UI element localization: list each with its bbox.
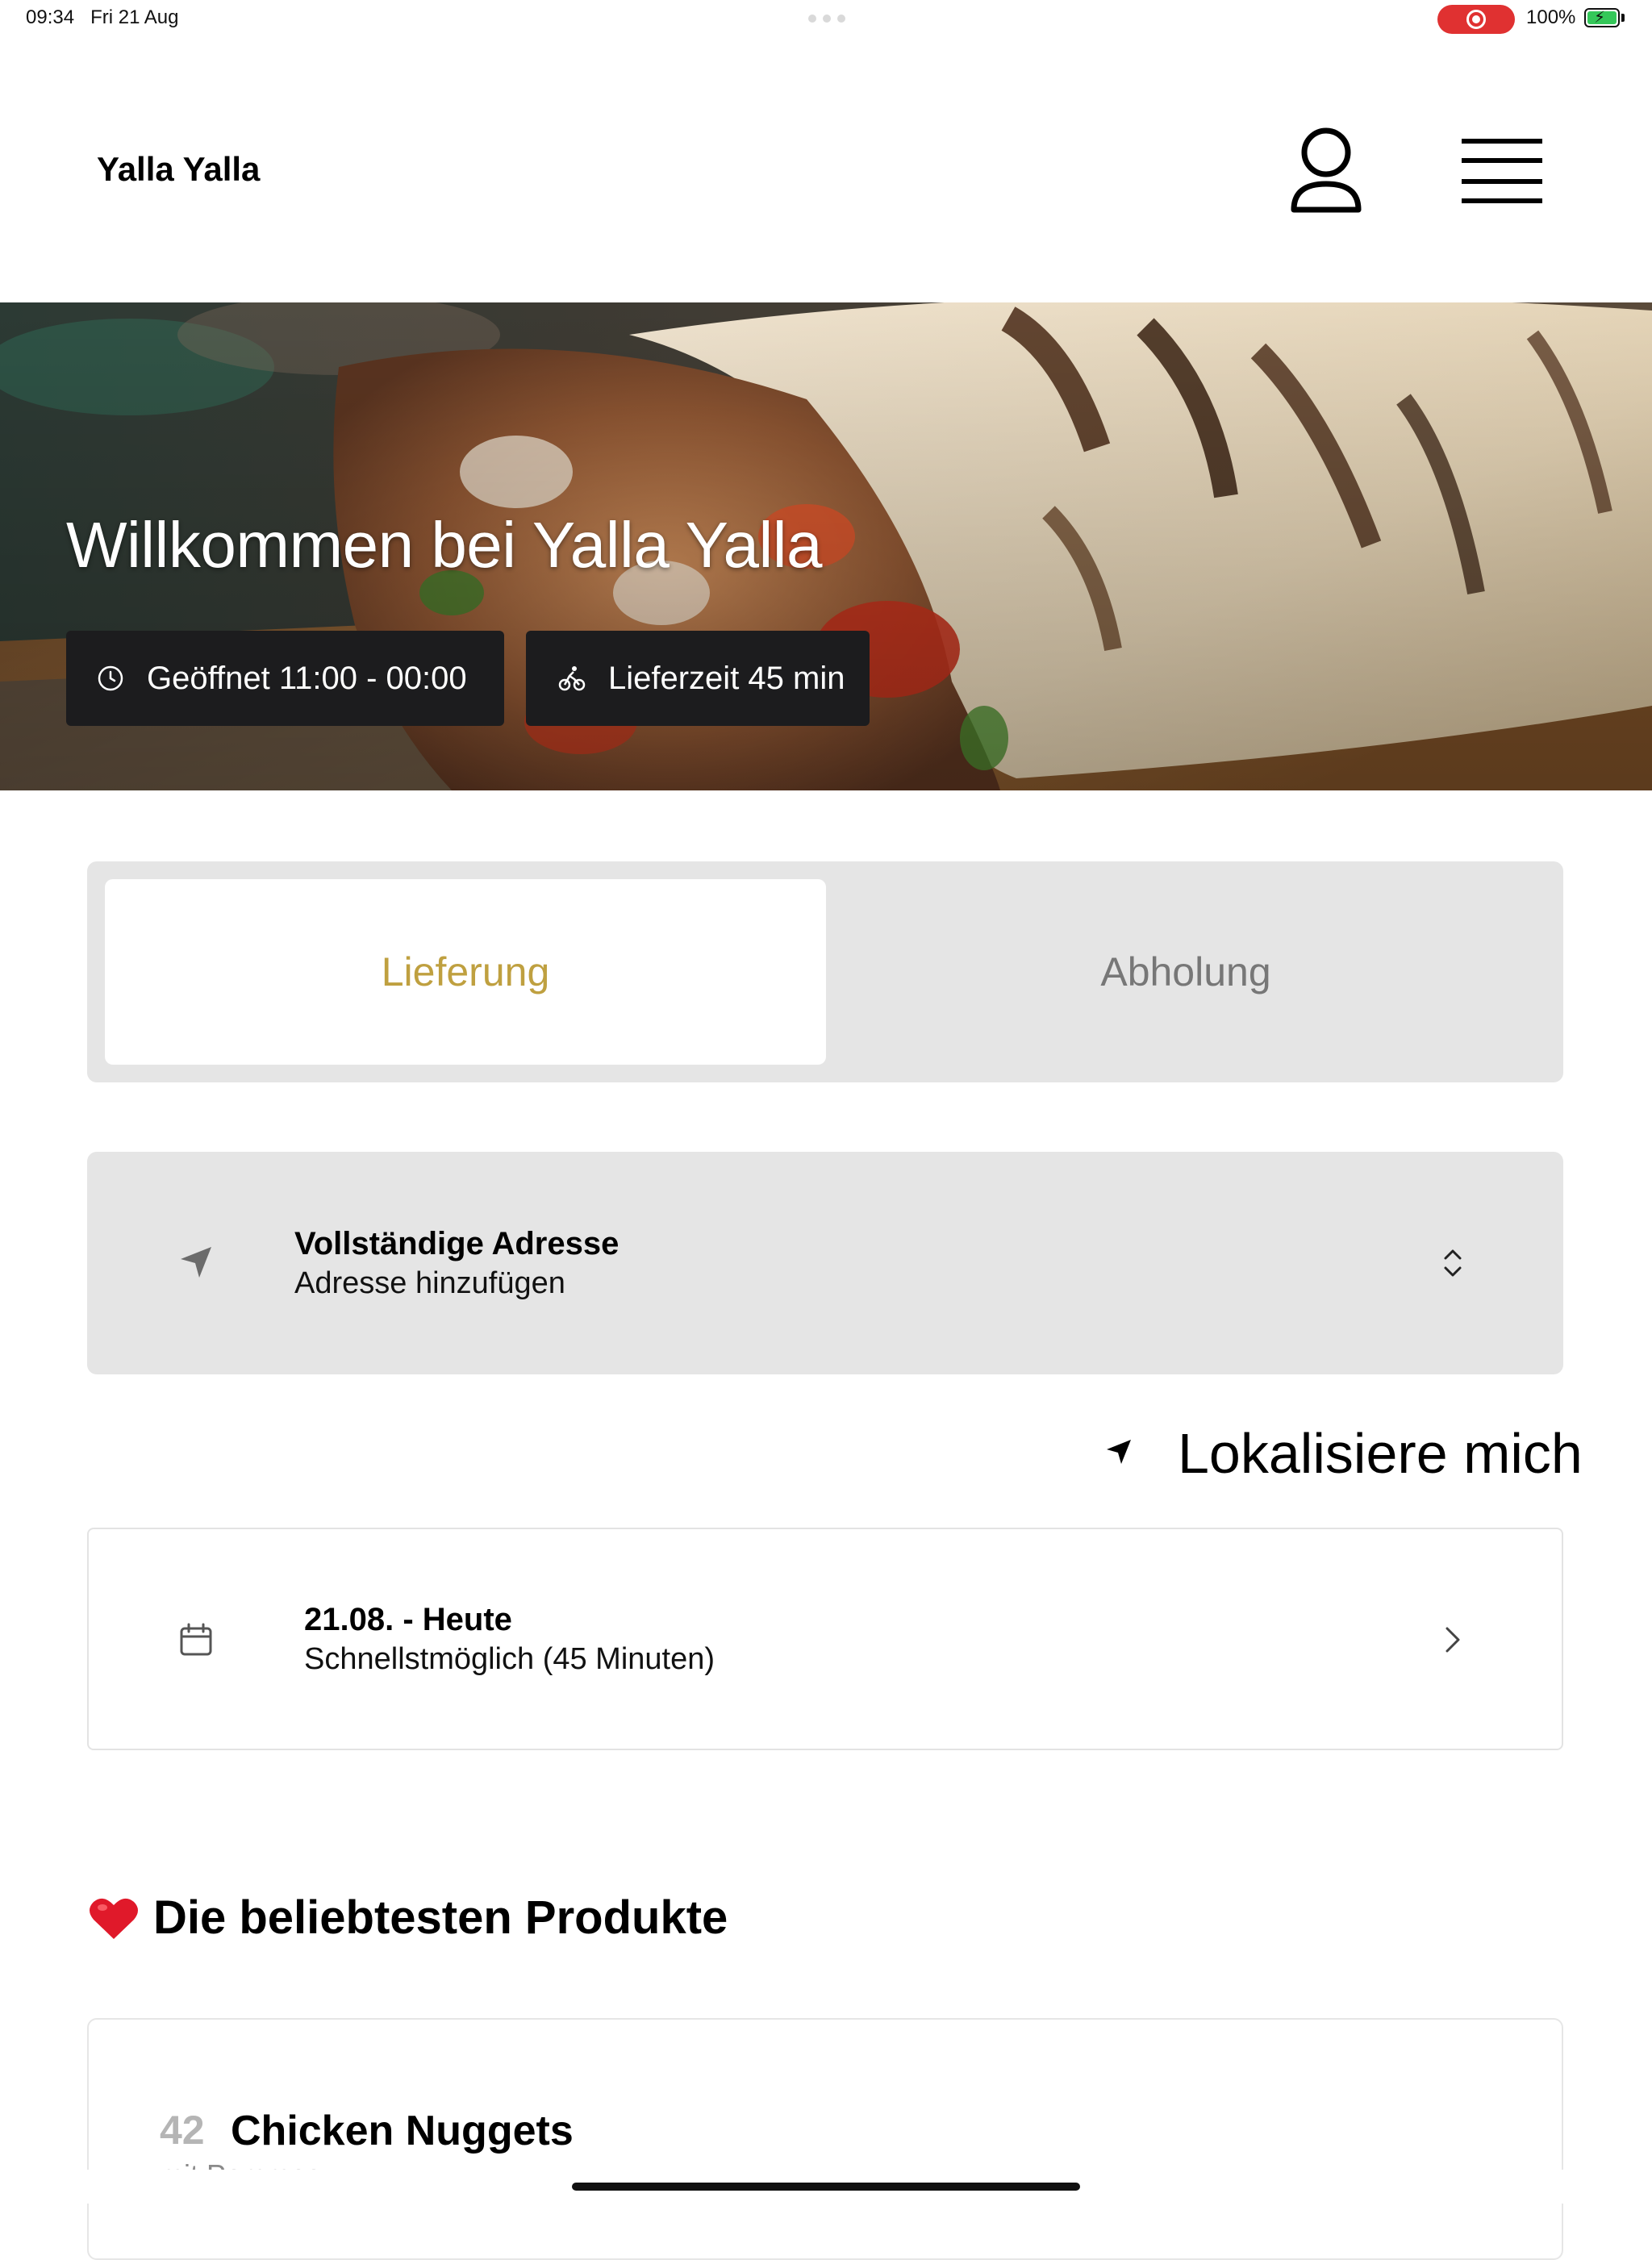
tab-lieferung[interactable]: Lieferung	[105, 879, 826, 1065]
popular-products-title: Die beliebtesten Produkte	[153, 1891, 728, 1944]
tab-lieferung-label: Lieferung	[381, 949, 550, 994]
chevron-right-icon	[1444, 1626, 1462, 1657]
screen-recording-icon[interactable]	[1437, 5, 1515, 34]
popular-products-heading: Die beliebtesten Produkte	[89, 1891, 728, 1945]
status-bar-time: 09:34 Fri 21 Aug	[26, 6, 179, 28]
home-indicator[interactable]	[572, 2183, 1080, 2191]
product-name: Chicken Nuggets	[231, 2108, 574, 2154]
delivery-time-badge: Lieferzeit 45 min	[526, 631, 870, 726]
tab-abholung[interactable]: Abholung	[826, 879, 1546, 1065]
delivery-schedule-selector[interactable]	[87, 1528, 1563, 1750]
battery-percent: 100%	[1526, 6, 1576, 28]
hamburger-menu-icon	[1462, 139, 1542, 203]
chevron-up-down-icon	[1442, 1247, 1463, 1283]
schedule-subtitle: Schnellstmöglich (45 Minuten)	[304, 1642, 715, 1676]
status-bar-date: Fri 21 Aug	[90, 6, 179, 28]
heart-icon	[89, 1895, 139, 1941]
bicycle-icon	[558, 665, 586, 692]
multitasking-dots-icon[interactable]	[808, 15, 845, 23]
clock-icon	[97, 665, 124, 692]
person-icon	[1291, 127, 1362, 213]
profile-button[interactable]	[1289, 126, 1363, 216]
opening-hours-badge: Geöffnet 11:00 - 00:00	[66, 631, 504, 726]
tab-abholung-label: Abholung	[1100, 949, 1271, 994]
address-selector[interactable]	[87, 1152, 1563, 1374]
address-title: Vollständige Adresse	[294, 1226, 620, 1261]
locate-me-label: Lokalisiere mich	[1178, 1422, 1583, 1485]
menu-button[interactable]	[1462, 136, 1542, 206]
battery-tip	[1621, 14, 1625, 22]
calendar-icon	[179, 1623, 213, 1661]
battery-icon: ⚡	[1584, 8, 1620, 27]
hero-title: Willkommen bei Yalla Yalla	[66, 509, 823, 581]
location-arrow-icon	[1105, 1438, 1133, 1470]
opening-hours-text: Geöffnet 11:00 - 00:00	[147, 660, 467, 696]
brand-title[interactable]: Yalla Yalla	[97, 150, 260, 189]
delivery-time-text: Lieferzeit 45 min	[608, 660, 845, 696]
locate-me-button[interactable]: Lokalisiere mich	[1105, 1421, 1583, 1486]
product-number: 42	[160, 2108, 205, 2153]
address-placeholder: Adresse hinzufügen	[294, 1266, 565, 1300]
location-arrow-icon	[179, 1245, 213, 1283]
schedule-title: 21.08. - Heute	[304, 1602, 512, 1637]
